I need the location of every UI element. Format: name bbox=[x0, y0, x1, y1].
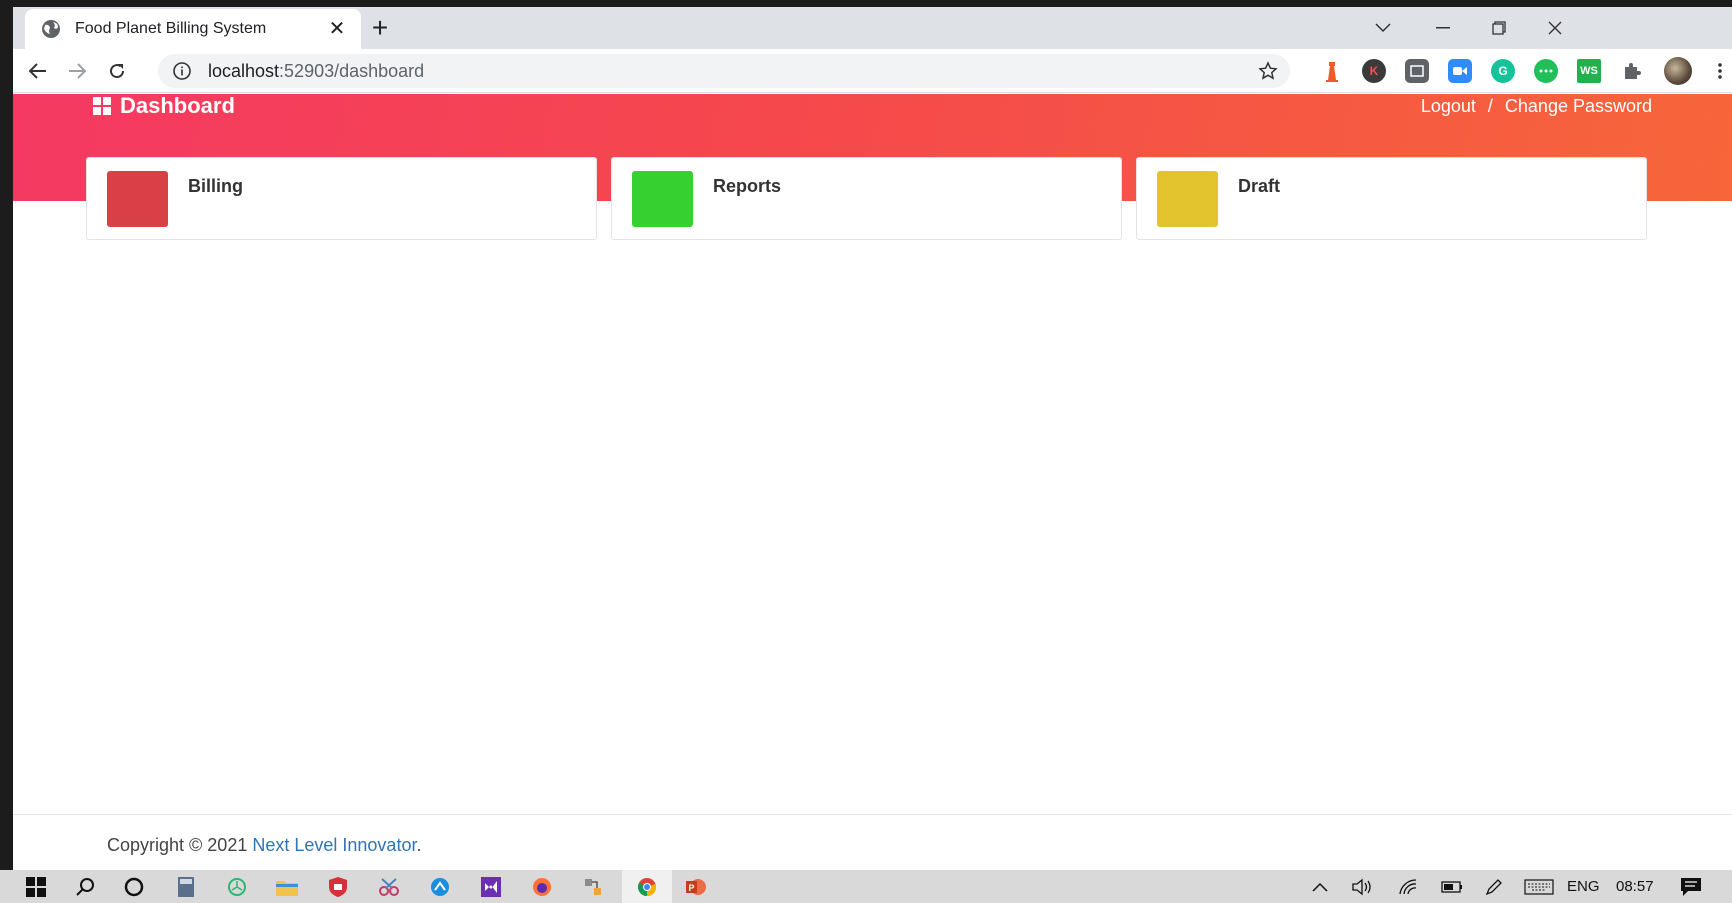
copyright-prefix: Copyright © 2021 bbox=[107, 835, 253, 855]
url-host: localhost bbox=[208, 60, 280, 81]
snipping-tool-icon[interactable] bbox=[376, 874, 402, 900]
new-tab-button[interactable]: + bbox=[365, 14, 395, 44]
screen-capture-extension-icon[interactable] bbox=[1405, 59, 1429, 83]
browser-window: Food Planet Billing System ✕ + localhost… bbox=[13, 7, 1732, 870]
company-link[interactable]: Next Level Innovator bbox=[252, 835, 416, 855]
close-tab-icon[interactable]: ✕ bbox=[327, 19, 347, 39]
draft-label: Draft bbox=[1238, 176, 1281, 196]
page-content: Dashboard Logout / Change Password Billi… bbox=[13, 93, 1732, 870]
svg-text:P: P bbox=[689, 883, 695, 893]
minimize-button[interactable] bbox=[1423, 13, 1463, 43]
ws-extension-icon[interactable]: WS bbox=[1577, 59, 1601, 83]
cortana-icon[interactable] bbox=[121, 874, 147, 900]
wifi-icon[interactable] bbox=[1395, 874, 1421, 900]
tab-search-icon[interactable] bbox=[1363, 13, 1403, 43]
browser-toolbar: localhost:52903/dashboard K G WS bbox=[13, 49, 1732, 93]
lighthouse-extension-icon[interactable] bbox=[1320, 59, 1344, 83]
dashboard-grid-icon bbox=[93, 97, 111, 115]
dashboard-title[interactable]: Dashboard bbox=[93, 93, 235, 118]
forward-button[interactable] bbox=[61, 55, 93, 87]
desktop: Food Planet Billing System ✕ + localhost… bbox=[0, 0, 1732, 903]
powerpoint-icon[interactable]: P bbox=[683, 874, 709, 900]
draft-card[interactable]: Draft bbox=[1136, 157, 1647, 240]
visual-studio-icon[interactable] bbox=[478, 874, 504, 900]
url-text: localhost:52903/dashboard bbox=[208, 61, 424, 82]
calculator-icon[interactable] bbox=[173, 874, 199, 900]
zoom-extension-icon[interactable] bbox=[1448, 59, 1472, 83]
reports-swatch bbox=[632, 171, 693, 227]
billing-card[interactable]: Billing bbox=[86, 157, 597, 240]
blue-app-icon[interactable] bbox=[427, 874, 453, 900]
page-footer: Copyright © 2021 Next Level Innovator. bbox=[13, 814, 1732, 870]
volume-icon[interactable] bbox=[1350, 874, 1376, 900]
search-icon[interactable] bbox=[72, 874, 98, 900]
back-button[interactable] bbox=[22, 55, 54, 87]
url-path: :52903/dashboard bbox=[279, 60, 425, 81]
copyright-suffix: . bbox=[416, 835, 422, 855]
draft-swatch bbox=[1157, 171, 1218, 227]
dashboard-title-text: Dashboard bbox=[120, 93, 235, 118]
browser-tab[interactable]: Food Planet Billing System ✕ bbox=[25, 9, 361, 49]
k-extension-icon[interactable]: K bbox=[1362, 59, 1386, 83]
link-separator: / bbox=[1487, 95, 1493, 116]
notifications-icon[interactable] bbox=[1678, 874, 1704, 900]
chat-extension-icon[interactable] bbox=[1534, 59, 1558, 83]
chrome-icon[interactable] bbox=[634, 874, 660, 900]
windows-taskbar: P ENG 08:57 bbox=[0, 870, 1732, 903]
reports-card[interactable]: Reports bbox=[611, 157, 1122, 240]
tab-strip: Food Planet Billing System ✕ + bbox=[13, 7, 1732, 49]
firefox-icon[interactable] bbox=[529, 874, 555, 900]
bookmark-star-icon[interactable] bbox=[1258, 61, 1278, 81]
profile-avatar[interactable] bbox=[1664, 57, 1692, 85]
globe-icon bbox=[41, 19, 61, 39]
app-green-circle-icon[interactable] bbox=[224, 874, 250, 900]
billing-label: Billing bbox=[188, 176, 243, 196]
language-indicator[interactable]: ENG bbox=[1567, 870, 1600, 903]
pen-icon[interactable] bbox=[1481, 874, 1507, 900]
windows-start-icon[interactable] bbox=[23, 874, 49, 900]
clock[interactable]: 08:57 bbox=[1616, 870, 1654, 903]
change-password-link[interactable]: Change Password bbox=[1505, 96, 1652, 117]
close-window-button[interactable] bbox=[1535, 13, 1575, 43]
address-bar[interactable]: localhost:52903/dashboard bbox=[158, 54, 1290, 88]
battery-icon[interactable] bbox=[1439, 874, 1465, 900]
grammarly-extension-icon[interactable]: G bbox=[1491, 59, 1515, 83]
site-info-icon[interactable] bbox=[172, 61, 192, 81]
copyright-text: Copyright © 2021 Next Level Innovator. bbox=[107, 835, 421, 856]
network-tool-icon[interactable] bbox=[580, 874, 606, 900]
restore-button[interactable] bbox=[1479, 13, 1519, 43]
header-links: Logout / Change Password bbox=[1421, 94, 1652, 118]
touch-keyboard-icon[interactable] bbox=[1523, 874, 1555, 900]
billing-swatch bbox=[107, 171, 168, 227]
reload-button[interactable] bbox=[101, 55, 133, 87]
reports-label: Reports bbox=[713, 176, 782, 196]
tray-chevron-up-icon[interactable] bbox=[1307, 874, 1333, 900]
tab-title: Food Planet Billing System bbox=[75, 20, 267, 37]
file-explorer-icon[interactable] bbox=[274, 874, 300, 900]
logout-link[interactable]: Logout bbox=[1421, 96, 1476, 117]
extensions-puzzle-icon[interactable] bbox=[1620, 59, 1644, 83]
security-app-icon[interactable] bbox=[325, 874, 351, 900]
browser-menu-icon[interactable] bbox=[1708, 59, 1732, 83]
